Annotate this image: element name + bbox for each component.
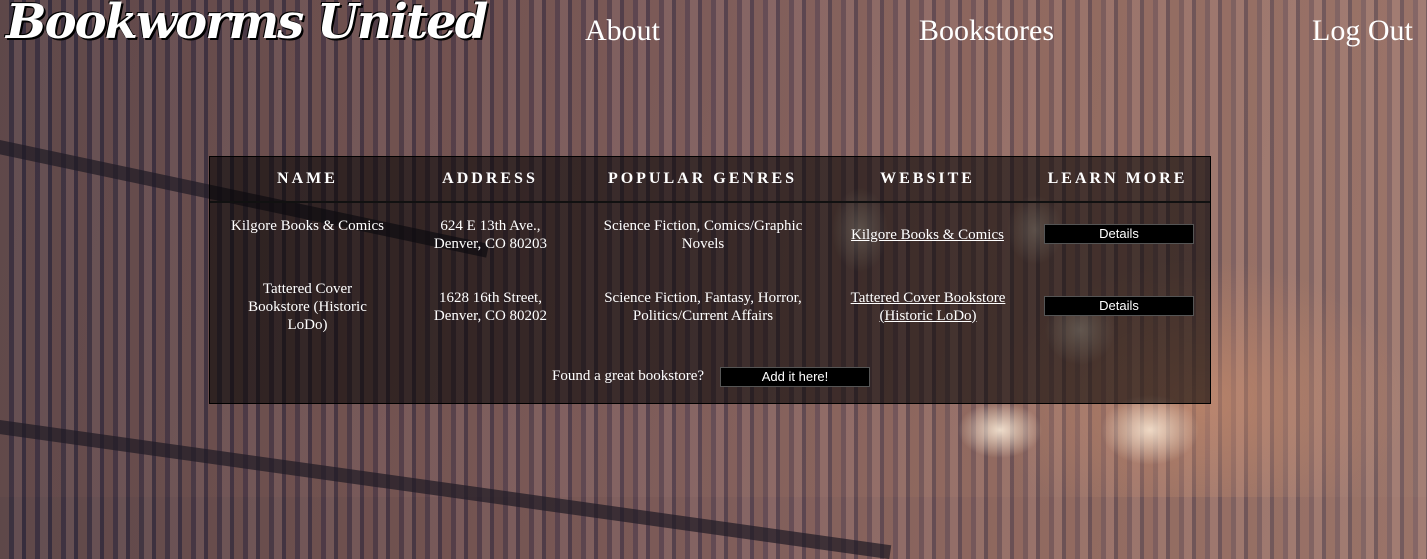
shelf-decoration [0,420,892,559]
table-header: NAME ADDRESS POPULAR GENRES WEBSITE LEAR… [210,157,1210,203]
bookstore-address: 624 E 13th Ave., Denver, CO 80203 [433,218,548,252]
nav-bookstores[interactable]: Bookstores [919,14,1054,48]
bookstore-website-link[interactable]: Tattered Cover Bookstore (Historic LoDo) [838,289,1018,325]
details-button[interactable]: Details [1044,224,1194,244]
bookstore-genres: Science Fiction, Comics/Graphic Novels [603,218,803,252]
column-header-name: NAME [277,170,338,187]
bookstores-table: NAME ADDRESS POPULAR GENRES WEBSITE LEAR… [209,156,1211,404]
add-bookstore-prompt: Found a great bookstore? [552,368,705,384]
bookstore-name: Tattered Cover Bookstore (Historic LoDo) [248,281,367,333]
column-header-website: WEBSITE [880,170,975,187]
bookstore-address: 1628 16th Street, Denver, CO 80202 [433,290,548,324]
bookstore-website-link[interactable]: Kilgore Books & Comics [835,226,1020,244]
site-logo[interactable]: Bookworms United [6,0,488,50]
site-header: Bookworms United About Bookstores Log Ou… [0,0,1427,70]
details-button[interactable]: Details [1044,296,1194,316]
add-bookstore-button[interactable]: Add it here! [720,367,870,387]
nav-logout[interactable]: Log Out [1312,14,1413,48]
column-header-learn-more: LEARN MORE [1047,170,1188,187]
bookstore-genres: Science Fiction, Fantasy, Horror, Politi… [604,290,802,324]
column-header-address: ADDRESS [442,170,538,187]
bookstore-name: Kilgore Books & Comics [231,218,384,234]
column-header-genres: POPULAR GENRES [607,170,798,187]
nav-about[interactable]: About [585,14,660,48]
